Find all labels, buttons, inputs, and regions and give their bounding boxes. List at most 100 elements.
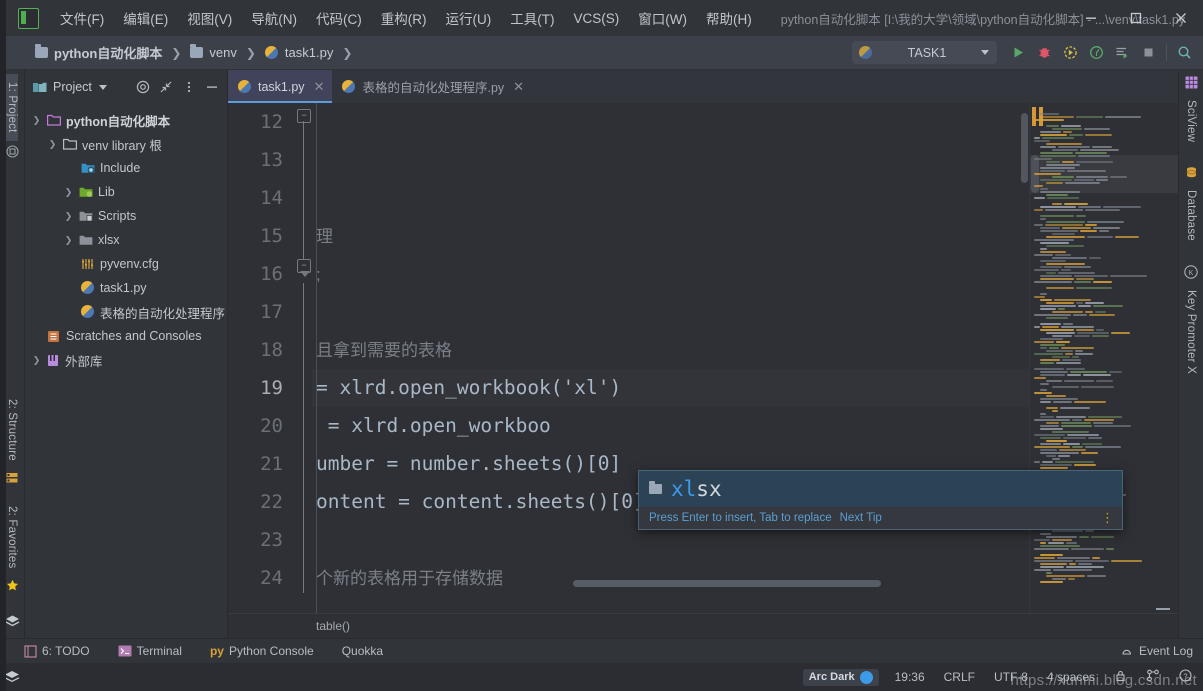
code-folding-column[interactable]: − − xyxy=(294,103,312,613)
chevron-right-icon[interactable]: ❯ xyxy=(31,355,42,366)
branch-icon[interactable] xyxy=(1143,667,1163,687)
tool-window-database[interactable]: Database xyxy=(1185,166,1198,249)
tree-item-label: pyvenv.cfg xyxy=(100,257,159,271)
close-tab-icon[interactable]: ✕ xyxy=(314,79,325,95)
close-tab-icon[interactable]: ✕ xyxy=(513,79,524,95)
menu-vcs[interactable]: VCS(S) xyxy=(565,8,629,29)
tree-item-scratches[interactable]: Scratches and Consoles xyxy=(25,324,227,348)
tree-item-lib[interactable]: ❯ Lib xyxy=(25,180,227,204)
tab-table-script-py[interactable]: 表格的自动化处理程序.py ✕ xyxy=(332,70,532,103)
encoding-indicator[interactable]: UTF-8 xyxy=(991,668,1031,686)
menu-help[interactable]: 帮助(H) xyxy=(697,5,761,31)
collapse-all-icon[interactable] xyxy=(156,77,176,97)
layers-icon[interactable] xyxy=(5,614,20,632)
code-line[interactable]: 理 xyxy=(312,217,1029,255)
tool-window-favorites[interactable]: 2: Favorites xyxy=(6,498,19,592)
editor-minimap[interactable] xyxy=(1029,103,1178,613)
menu-code[interactable]: 代码(C) xyxy=(307,5,371,31)
key-promoter-icon: K xyxy=(1184,265,1198,279)
menu-file[interactable]: 文件(F) xyxy=(51,5,113,31)
tree-item-scripts[interactable]: ❯ Scripts xyxy=(25,204,227,228)
tool-window-terminal[interactable]: Terminal xyxy=(114,642,186,660)
code-lines[interactable]: 理 ; 且拿到需要的表格 = xlrd.open_workbook('xl') … xyxy=(312,103,1029,613)
hide-panel-icon[interactable] xyxy=(202,77,222,97)
minimize-button[interactable] xyxy=(1068,0,1113,36)
code-line[interactable]: 个新的表格用于存储数据 xyxy=(312,559,1029,597)
code-line[interactable] xyxy=(312,103,1029,141)
tool-window-todo[interactable]: 6: TODO xyxy=(20,642,94,660)
chevron-right-icon[interactable]: ❯ xyxy=(63,211,74,222)
code-line[interactable]: = xlrd.open_workboo xyxy=(312,407,1029,445)
tree-item-include[interactable]: Include xyxy=(25,156,227,180)
run-button[interactable] xyxy=(1006,40,1031,65)
run-with-coverage-button[interactable] xyxy=(1058,40,1083,65)
code-line[interactable]: 且拿到需要的表格 xyxy=(312,331,1029,369)
tree-item-table-script[interactable]: 表格的自动化处理程序 xyxy=(25,300,227,324)
more-options-icon[interactable]: ⋮ xyxy=(1101,511,1114,524)
vertical-scrollbar[interactable] xyxy=(1021,113,1028,183)
chevron-down-icon[interactable]: ❯ xyxy=(31,115,42,126)
line-separator-indicator[interactable]: CRLF xyxy=(941,668,978,686)
run-configuration-selector[interactable]: TASK1 xyxy=(852,41,997,64)
tree-item-xlsx[interactable]: ❯ xlsx xyxy=(25,228,227,252)
fold-marker-end[interactable]: − xyxy=(297,259,311,277)
tool-window-key-promoter-x[interactable]: K Key Promoter X xyxy=(1184,265,1198,382)
horizontal-scrollbar[interactable] xyxy=(572,580,882,587)
options-icon[interactable] xyxy=(179,77,199,97)
code-line-current[interactable]: = xlrd.open_workbook('xl') xyxy=(312,369,1029,407)
menu-run[interactable]: 运行(U) xyxy=(437,5,501,31)
profile-button[interactable] xyxy=(1084,40,1109,65)
line-number: 22 xyxy=(260,491,283,513)
tree-item-external-libraries[interactable]: ❯ 外部库 xyxy=(25,348,227,372)
close-button[interactable] xyxy=(1158,0,1203,36)
menu-window[interactable]: 窗口(W) xyxy=(629,5,696,31)
tree-item-venv[interactable]: ❯ venv library 根 xyxy=(25,132,227,156)
tool-window-python-console[interactable]: py Python Console xyxy=(206,642,318,660)
code-line[interactable] xyxy=(312,141,1029,179)
tool-window-structure[interactable]: 2: Structure xyxy=(6,391,18,484)
tool-window-project[interactable]: 1: Project xyxy=(6,74,18,141)
title-bar: 文件(F) 编辑(E) 视图(V) 导航(N) 代码(C) 重构(R) 运行(U… xyxy=(0,0,1203,36)
autocomplete-item-xlsx[interactable]: xlsx xyxy=(639,471,1122,507)
fold-region-line xyxy=(303,121,304,259)
menu-refactor[interactable]: 重构(R) xyxy=(372,5,436,31)
code-line[interactable] xyxy=(312,293,1029,331)
help-icon[interactable]: ? xyxy=(1176,667,1195,687)
maximize-button[interactable] xyxy=(1113,0,1158,36)
search-everywhere-icon[interactable] xyxy=(1172,40,1197,65)
code-line[interactable] xyxy=(312,179,1029,217)
horizontal-scrollbar-track[interactable] xyxy=(294,580,1028,589)
code-line[interactable]: ; xyxy=(312,255,1029,293)
tool-window-quokka[interactable]: Quokka xyxy=(338,642,387,660)
theme-indicator[interactable]: Arc Dark xyxy=(802,668,879,686)
autocomplete-popup[interactable]: xlsx Press Enter to insert, Tab to repla… xyxy=(638,470,1123,530)
stop-button[interactable] xyxy=(1136,40,1161,65)
menu-view[interactable]: 视图(V) xyxy=(178,5,241,31)
code-breadcrumb[interactable]: table() xyxy=(228,613,1178,638)
menu-navigate[interactable]: 导航(N) xyxy=(242,5,306,31)
chevron-right-icon[interactable]: ❯ xyxy=(63,235,74,246)
chevron-right-icon[interactable]: ❯ xyxy=(63,187,74,198)
menu-tools[interactable]: 工具(T) xyxy=(501,5,563,31)
scroll-from-source-icon[interactable] xyxy=(133,77,153,97)
run-with-console-button[interactable] xyxy=(1110,40,1135,65)
tree-item-task1-py[interactable]: task1.py xyxy=(25,276,227,300)
autocomplete-next-tip[interactable]: Next Tip xyxy=(840,512,882,524)
project-panel-title[interactable]: Project xyxy=(33,80,107,94)
breadcrumb-venv[interactable]: venv xyxy=(185,43,241,62)
tree-item-project-root[interactable]: ❯ python自动化脚本 xyxy=(25,108,227,132)
breadcrumb-file[interactable]: task1.py xyxy=(260,43,338,62)
code-editor[interactable]: 12 13 14 15 16 17 18 19 20 21 22 23 24 − xyxy=(228,103,1178,613)
event-log-button[interactable]: Event Log xyxy=(1120,644,1193,658)
tree-item-pyvenv-cfg[interactable]: pyvenv.cfg xyxy=(25,252,227,276)
chevron-down-icon xyxy=(981,50,989,55)
tool-window-sciview[interactable]: SciView xyxy=(1185,76,1198,150)
indent-indicator[interactable]: 4 spaces xyxy=(1044,668,1098,686)
fold-marker-collapse[interactable]: − xyxy=(297,109,311,123)
tab-task1-py[interactable]: task1.py ✕ xyxy=(228,70,333,103)
debug-button[interactable] xyxy=(1032,40,1057,65)
lock-icon[interactable] xyxy=(1111,667,1130,687)
chevron-down-icon[interactable]: ❯ xyxy=(47,139,58,150)
breadcrumb-project[interactable]: python自动化脚本 xyxy=(30,41,167,64)
menu-edit[interactable]: 编辑(E) xyxy=(114,5,177,31)
